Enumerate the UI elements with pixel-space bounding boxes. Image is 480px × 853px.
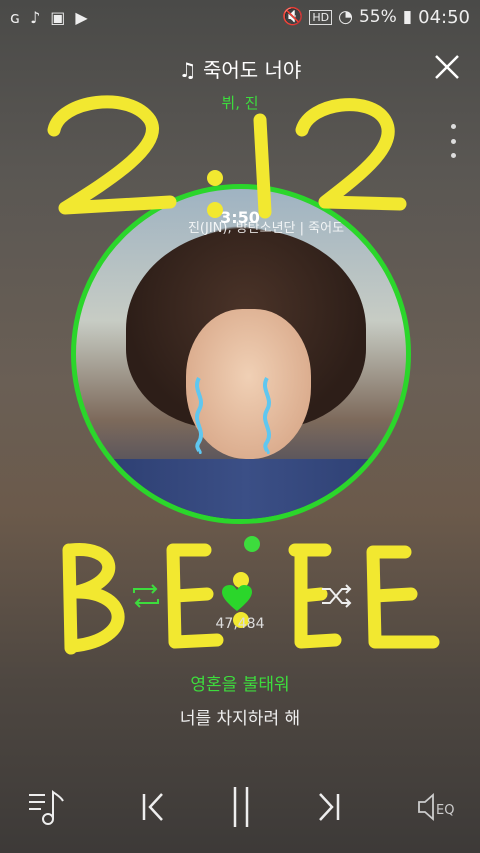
g-icon: ɢ (10, 7, 21, 27)
song-title-text: 죽어도 너야 (202, 58, 302, 82)
clock: 04:50 (418, 6, 470, 28)
dot-icon (450, 153, 456, 158)
playlist-icon (29, 790, 64, 825)
image-icon: ▣ (50, 7, 66, 27)
album-image-robe (76, 459, 406, 519)
next-button[interactable] (304, 782, 354, 832)
repeat-icon (133, 584, 159, 608)
equalizer-button[interactable]: EQ (410, 782, 466, 832)
lyric-next[interactable]: 너를 차지하려 해 (0, 704, 480, 729)
tear-doodle-left (195, 376, 203, 454)
bottom-bar: EQ (0, 782, 480, 832)
status-bar: ɢ ♪ ▣ ▶ 🔇 HD ◔ 55% ▮ 04:50 (0, 0, 480, 34)
wifi-icon: ◔ (338, 7, 353, 27)
artist-name: 뷔, 진 (221, 94, 259, 112)
dot-icon (450, 124, 456, 129)
svg-text:EQ: EQ (436, 803, 454, 818)
charging-icon: ▮ (402, 7, 413, 27)
shuffle-button[interactable] (320, 584, 352, 612)
dot-icon (450, 138, 456, 144)
tear-doodle-right (263, 376, 271, 454)
equalizer-icon: EQ (418, 793, 454, 821)
heart-icon (222, 585, 252, 611)
battery-level: 55% (358, 7, 397, 27)
playlist-button[interactable] (22, 782, 72, 832)
like-button[interactable] (221, 584, 253, 612)
music-icon: ♪ (30, 7, 41, 27)
player-header: ♫ 죽어도 너야 (0, 48, 480, 88)
lyric-current[interactable]: 영혼을 불태워 (0, 670, 480, 695)
more-options-button[interactable] (448, 124, 458, 158)
elapsed-time: 3:50 (220, 208, 260, 227)
pause-icon (233, 787, 249, 827)
repeat-button[interactable] (130, 584, 162, 612)
album-art[interactable]: 진(JIN), 방탄소년단 | 죽어도 (71, 184, 411, 524)
close-button[interactable] (430, 50, 464, 84)
like-count: 47,484 (215, 616, 265, 632)
next-icon (319, 793, 340, 821)
music-note-icon: ♫ (178, 58, 197, 82)
close-icon (435, 55, 459, 79)
youtube-icon: ▶ (75, 7, 88, 27)
pause-button[interactable] (216, 782, 266, 832)
previous-button[interactable] (128, 782, 178, 832)
mute-icon: 🔇 (282, 7, 304, 27)
song-title: ♫ 죽어도 너야 (0, 54, 480, 83)
previous-icon (142, 793, 163, 821)
shuffle-icon (322, 584, 352, 608)
progress-knob[interactable] (244, 536, 260, 552)
hd-icon: HD (309, 9, 333, 25)
